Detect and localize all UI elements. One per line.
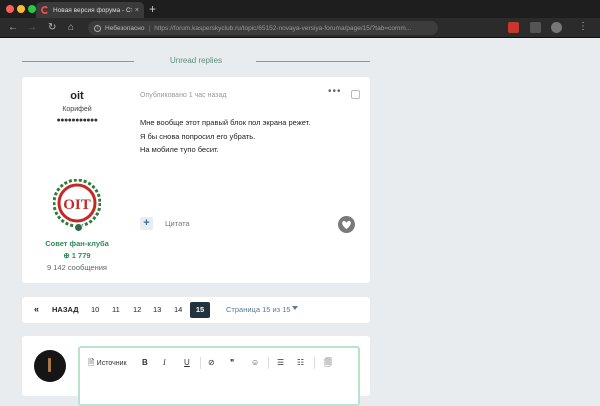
post-menu-icon[interactable]: ••• bbox=[328, 86, 342, 97]
plus-circle-icon: ⊕ bbox=[63, 251, 70, 260]
author-rank: Корифей bbox=[62, 106, 92, 113]
author-reputation: ⊕ 1 779 bbox=[22, 251, 132, 260]
tab-title: Новая версия форума - Стр bbox=[53, 6, 132, 14]
source-button[interactable]: 🗎 Источник bbox=[88, 358, 127, 369]
site-favicon-icon bbox=[41, 6, 49, 14]
forum-post: oit Корифей ●●●●●●●●●●● OIT Совет фан-кл… bbox=[22, 77, 370, 283]
link-icon[interactable]: ⊘ bbox=[208, 358, 215, 368]
post-text-line: Я бы снова попросил его убрать. bbox=[140, 131, 256, 141]
insecure-label: Небезопасно bbox=[105, 24, 145, 32]
multiquote-plus-button[interactable]: + bbox=[140, 217, 153, 230]
source-icon: 🗎 bbox=[88, 358, 95, 367]
info-icon[interactable]: i bbox=[94, 24, 101, 32]
browser-menu-icon[interactable]: ⋮ bbox=[578, 20, 588, 34]
back-icon[interactable]: ← bbox=[8, 21, 18, 35]
toolbar-separator bbox=[200, 357, 201, 369]
divider-line bbox=[256, 61, 370, 62]
browser-tab-strip: Новая версия форума - Стр × + bbox=[0, 0, 600, 18]
preview-icon[interactable]: 🗐 bbox=[324, 358, 332, 368]
first-page-button[interactable]: « bbox=[34, 304, 39, 314]
page-link[interactable]: 12 bbox=[133, 305, 141, 315]
address-bar[interactable]: i Небезопасно | https://forum.kasperskyc… bbox=[88, 21, 438, 35]
toolbar-separator bbox=[314, 357, 315, 369]
svg-text:OIT: OIT bbox=[63, 197, 91, 213]
address-url: https://forum.kasperskyclub.ru/topic/651… bbox=[154, 24, 412, 32]
numbered-list-icon[interactable]: ☷ bbox=[297, 358, 304, 368]
bold-button[interactable]: B bbox=[142, 358, 148, 368]
browser-toolbar: ← → ↻ ⌂ i Небезопасно | https://forum.ka… bbox=[0, 18, 600, 38]
pagination: « НАЗАД 10 11 12 13 14 15 Страница 15 из… bbox=[22, 297, 370, 323]
author-name[interactable]: oit bbox=[22, 90, 132, 102]
page-jump-dropdown[interactable]: Страница 15 из 15 bbox=[226, 305, 291, 315]
italic-button[interactable]: I bbox=[163, 358, 166, 368]
author-group: Совет фан-клуба bbox=[45, 239, 109, 248]
tab-close-icon[interactable]: × bbox=[135, 7, 139, 14]
underline-button[interactable]: U bbox=[184, 358, 190, 368]
post-body: Мне вообще этот правый блок пол экрана р… bbox=[140, 116, 360, 157]
address-separator: | bbox=[148, 24, 151, 32]
post-text-line: На мобиле тупо бесит. bbox=[140, 145, 219, 154]
page-link[interactable]: 13 bbox=[153, 305, 161, 315]
post-timestamp[interactable]: Опубликовано 1 час назад bbox=[140, 92, 226, 99]
reply-editor[interactable]: 🗎 Источник B I U ⊘ ❞ ☺ ☰ ☷ 🗐 bbox=[78, 346, 360, 406]
current-user-avatar bbox=[34, 350, 66, 382]
bullet-list-icon[interactable]: ☰ bbox=[277, 358, 284, 368]
page-link[interactable]: 11 bbox=[112, 305, 120, 315]
post-text-line: Мне вообще этот правый блок пол экрана р… bbox=[140, 118, 311, 127]
quote-button[interactable]: Цитата bbox=[165, 219, 190, 228]
forum-page: Unread replies oit Корифей ●●●●●●●●●●● O… bbox=[0, 39, 600, 406]
extension-icon[interactable] bbox=[530, 22, 541, 33]
prev-page-button[interactable]: НАЗАД bbox=[52, 305, 79, 315]
minimize-window-button[interactable] bbox=[17, 5, 25, 13]
maximize-window-button[interactable] bbox=[28, 5, 36, 13]
current-page[interactable]: 15 bbox=[190, 302, 210, 318]
author-avatar[interactable]: OIT bbox=[53, 179, 101, 227]
author-panel: oit Корифей ●●●●●●●●●●● OIT Совет фан-кл… bbox=[22, 77, 132, 283]
home-icon[interactable]: ⌂ bbox=[68, 21, 74, 35]
quote-icon[interactable]: ❞ bbox=[230, 358, 234, 368]
new-tab-button[interactable]: + bbox=[149, 2, 156, 16]
page-link[interactable]: 14 bbox=[174, 305, 182, 315]
chevron-down-icon[interactable] bbox=[292, 306, 298, 310]
shield-badge-icon bbox=[74, 223, 83, 232]
toolbar-separator bbox=[268, 357, 269, 369]
emoji-icon[interactable]: ☺ bbox=[251, 358, 259, 368]
forward-icon[interactable]: → bbox=[27, 21, 37, 35]
extension-icon[interactable] bbox=[508, 22, 519, 33]
reload-icon[interactable]: ↻ bbox=[48, 21, 56, 35]
heart-reaction-icon[interactable] bbox=[338, 216, 355, 233]
page-link[interactable]: 10 bbox=[91, 305, 99, 315]
reputation-value: 1 779 bbox=[71, 251, 91, 260]
author-post-count: 9 142 сообщения bbox=[47, 263, 107, 272]
reply-box: 🗎 Источник B I U ⊘ ❞ ☺ ☰ ☷ 🗐 bbox=[22, 336, 370, 406]
close-window-button[interactable] bbox=[6, 5, 14, 13]
post-actions: + Цитата bbox=[140, 217, 190, 230]
post-select-checkbox[interactable] bbox=[351, 90, 360, 99]
browser-tab[interactable]: Новая версия форума - Стр × bbox=[36, 2, 144, 18]
source-label: Источник bbox=[96, 360, 127, 367]
unread-divider: Unread replies bbox=[22, 55, 370, 67]
profile-avatar[interactable] bbox=[551, 22, 562, 33]
rank-pips: ●●●●●●●●●●● bbox=[56, 117, 98, 124]
